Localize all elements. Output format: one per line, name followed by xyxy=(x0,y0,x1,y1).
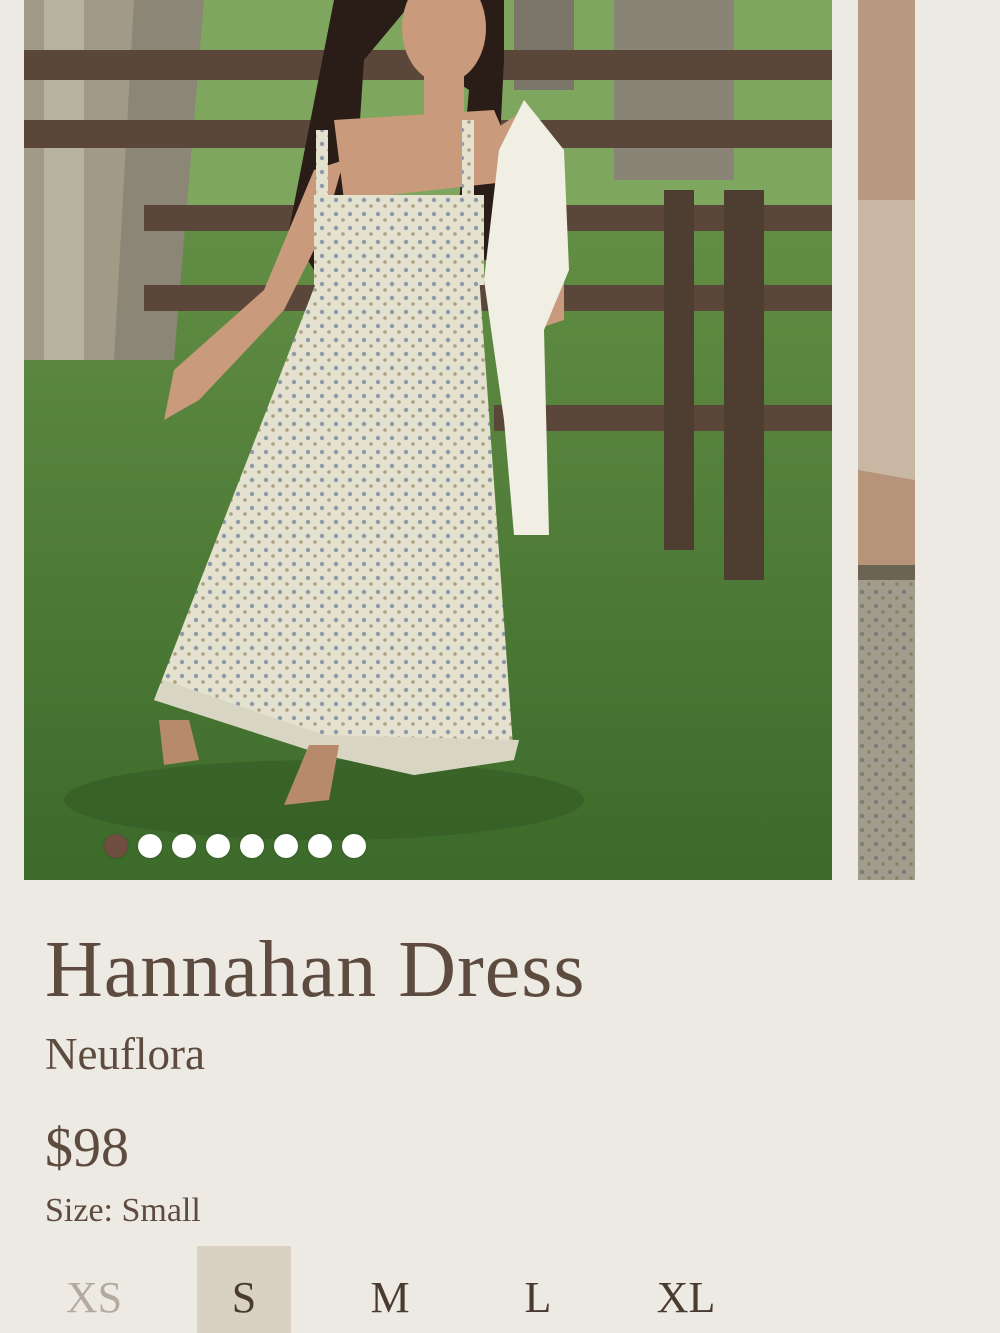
product-brand[interactable]: Neuflora xyxy=(45,1032,205,1077)
next-photo-illustration xyxy=(858,0,915,880)
size-option-m[interactable]: M xyxy=(343,1246,437,1333)
gallery-pagination xyxy=(104,834,366,858)
product-title: Hannahan Dress xyxy=(45,926,586,1014)
size-option-xs[interactable]: XS xyxy=(47,1246,141,1333)
size-option-xl[interactable]: XL xyxy=(639,1246,733,1333)
size-option-s[interactable]: S xyxy=(197,1246,291,1333)
size-label: Size: xyxy=(45,1192,113,1229)
size-option-l[interactable]: L xyxy=(491,1246,585,1333)
gallery-dot[interactable] xyxy=(240,834,264,858)
product-price: $98 xyxy=(45,1117,129,1179)
product-image-gallery[interactable] xyxy=(0,0,1000,880)
gallery-dot[interactable] xyxy=(342,834,366,858)
gallery-dot[interactable] xyxy=(274,834,298,858)
size-value: Small xyxy=(121,1192,201,1229)
product-photo-next-peek[interactable] xyxy=(858,0,915,880)
selected-size-line: Size: Small xyxy=(45,1194,201,1228)
gallery-dot[interactable] xyxy=(172,834,196,858)
product-photo-illustration xyxy=(24,0,832,880)
gallery-dot[interactable] xyxy=(206,834,230,858)
gallery-dot[interactable] xyxy=(104,834,128,858)
product-photo-main[interactable] xyxy=(24,0,832,880)
size-selector: XS S M L XL xyxy=(47,1246,837,1333)
gallery-dot[interactable] xyxy=(308,834,332,858)
gallery-dot[interactable] xyxy=(138,834,162,858)
